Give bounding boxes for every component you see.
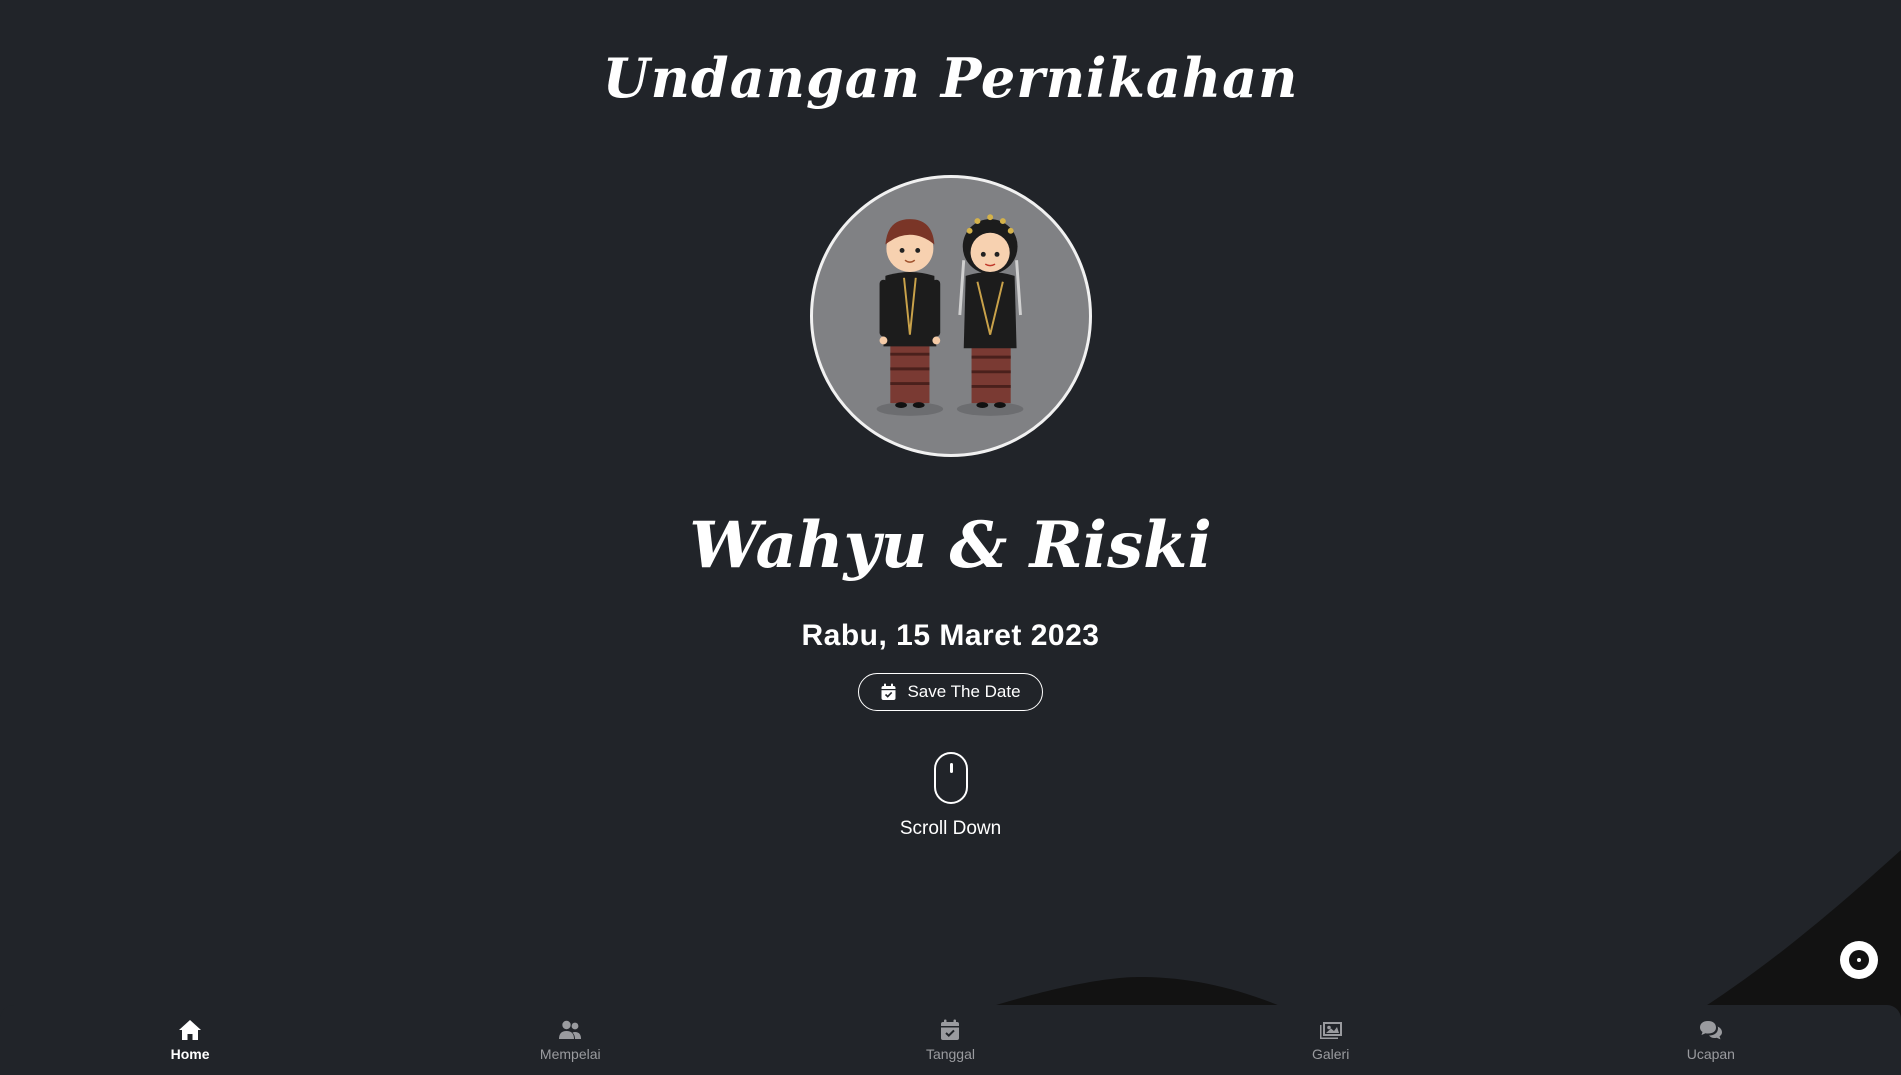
nav-item-galeri[interactable]: Galeri: [1271, 1019, 1391, 1062]
music-disc-icon: [1849, 950, 1869, 970]
scroll-mouse-icon[interactable]: [934, 752, 968, 804]
save-the-date-label: Save The Date: [907, 682, 1021, 701]
comments-icon: [1699, 1020, 1722, 1039]
nav-item-ucapan[interactable]: Ucapan: [1651, 1019, 1771, 1062]
wedding-date: Rabu, 15 Maret 2023: [801, 619, 1100, 652]
bottom-navigation: Home Mempelai Tanggal Galeri Ucapan: [0, 1005, 1901, 1075]
music-toggle-button[interactable]: [1840, 941, 1878, 979]
nav-item-tanggal[interactable]: Tanggal: [890, 1019, 1010, 1062]
nav-item-home[interactable]: Home: [130, 1019, 250, 1062]
couple-portrait: [810, 175, 1092, 457]
couple-names: Wahyu & Riski: [689, 508, 1212, 583]
users-icon: [559, 1020, 582, 1039]
couple-illustration: [876, 214, 1024, 416]
nav-label-tanggal: Tanggal: [925, 1045, 975, 1062]
nav-label-home: Home: [170, 1045, 210, 1062]
calendar-check-icon: [941, 1019, 960, 1040]
nav-label-galeri: Galeri: [1311, 1045, 1350, 1062]
calendar-check-icon: [881, 683, 896, 700]
invitation-page: Undangan Pernikahan Wahyu & Riski Rabu, …: [0, 0, 1901, 1075]
nav-label-ucapan: Ucapan: [1686, 1045, 1735, 1062]
home-icon: [179, 1019, 202, 1040]
save-the-date-button[interactable]: Save The Date: [858, 673, 1043, 711]
nav-label-mempelai: Mempelai: [539, 1045, 601, 1062]
images-icon: [1319, 1021, 1342, 1039]
page-title: Undangan Pernikahan: [602, 46, 1299, 110]
nav-item-mempelai[interactable]: Mempelai: [510, 1019, 630, 1062]
